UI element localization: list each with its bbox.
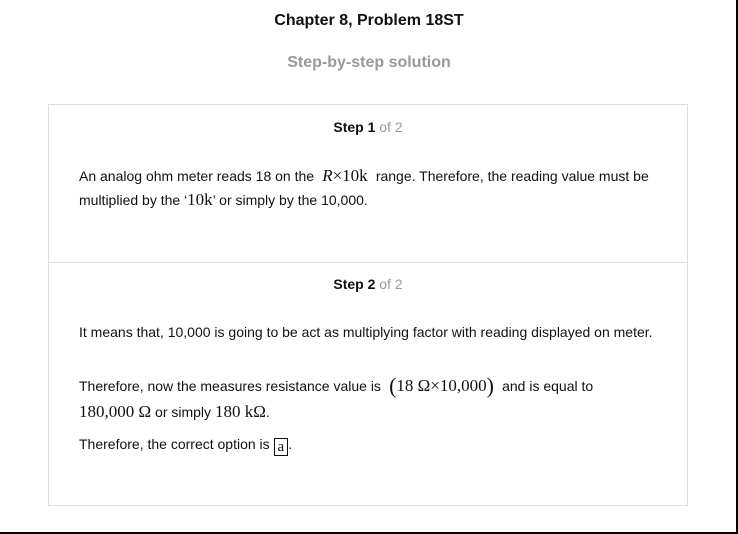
- step-1-text: An analog ohm meter reads 18 on the R×10…: [79, 164, 659, 212]
- step-1-header: Step 1 of 2: [49, 119, 687, 135]
- step-2-p3-b: .: [288, 436, 293, 452]
- step-2-p2-c: or simply: [155, 404, 212, 420]
- step-2-label: Step 2: [333, 276, 376, 292]
- answer-box: a: [273, 438, 289, 456]
- step-2-p2-d: .: [265, 404, 270, 420]
- step-2-paragraph-2: Therefore, now the measures resistance v…: [79, 373, 659, 425]
- page-subtitle: Step-by-step solution: [287, 54, 451, 71]
- step-2-header: Step 2 of 2: [49, 276, 687, 292]
- step-2-p3-a: Therefore, the correct option is: [79, 436, 270, 452]
- step-2-count: of 2: [379, 276, 403, 292]
- result-kohms-math: 180 kΩ: [214, 402, 266, 421]
- step-2-paragraph-3: Therefore, the correct option is a.: [79, 433, 659, 456]
- product-close-paren: ): [486, 373, 494, 398]
- step-2-p2-a: Therefore, now the measures resistance v…: [79, 378, 381, 394]
- step-2-p2-b: and is equal to: [502, 378, 594, 394]
- step-1-label: Step 1: [333, 119, 376, 135]
- page-title: Chapter 8, Problem 18ST: [274, 12, 464, 29]
- multiplier-math: 10k: [187, 190, 213, 209]
- range-math-rest: ×10k: [332, 166, 368, 185]
- range-math-var: R: [322, 166, 333, 185]
- step-2-section: Step 2 of 2 It means that, 10,000 is goi…: [49, 262, 687, 505]
- step-1-section: Step 1 of 2 An analog ohm meter reads 18…: [49, 105, 687, 263]
- range-math: R×10k: [318, 166, 372, 185]
- product-math-body: 18 Ω×10,000: [396, 376, 487, 395]
- result-ohms-math: 180,000 Ω: [79, 402, 152, 421]
- step-2-paragraph-1: It means that, 10,000 is going to be act…: [79, 324, 653, 340]
- solution-card: Step 1 of 2 An analog ohm meter reads 18…: [48, 104, 688, 506]
- step-1-text-a: An analog ohm meter reads 18 on the: [79, 168, 315, 184]
- step-1-count: of 2: [379, 119, 403, 135]
- product-math: (18 Ω×10,000): [385, 373, 498, 398]
- step-1-text-c: ’ or simply by the 10,000.: [212, 192, 368, 208]
